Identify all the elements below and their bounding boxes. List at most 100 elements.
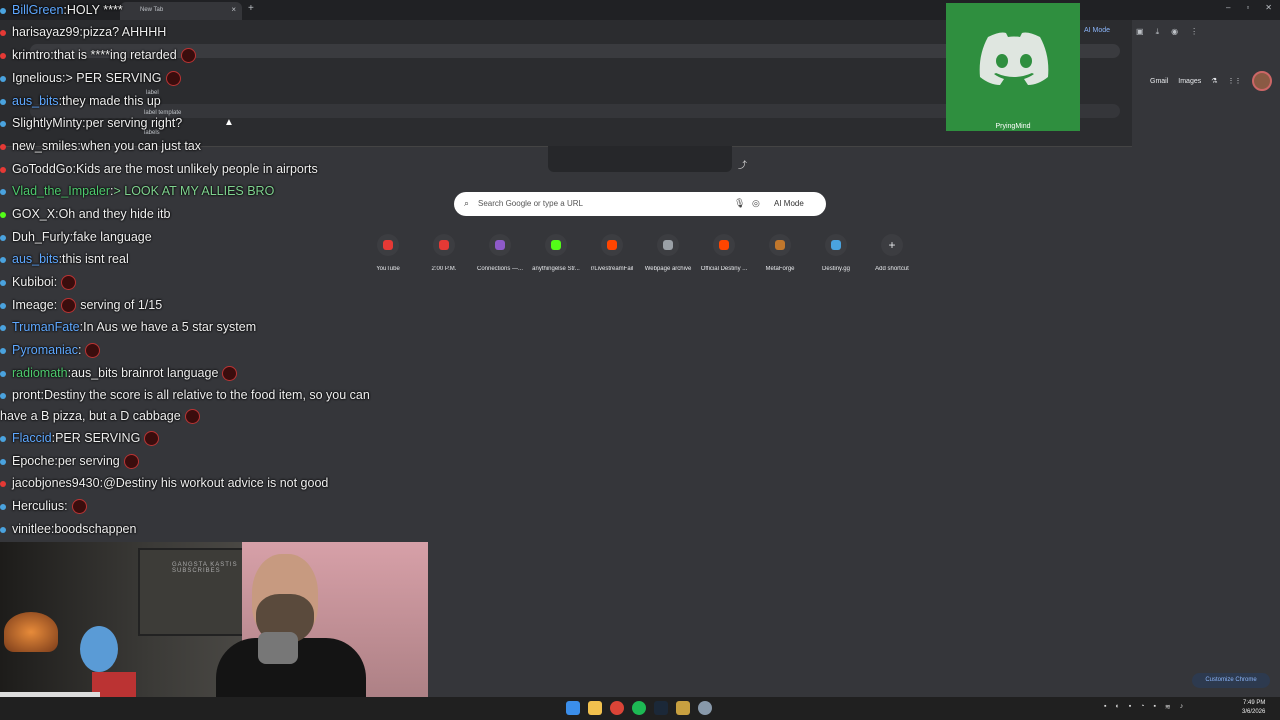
downloads-icon[interactable]: ⤓ [1156, 27, 1160, 37]
chat-username[interactable]: Vlad_the_Impaler [12, 184, 110, 198]
search-input[interactable]: Search Google or type a URL [478, 199, 583, 208]
site-favicon-icon [769, 234, 791, 256]
volume-icon[interactable]: ♪ [1180, 703, 1184, 711]
chrome-icon[interactable] [610, 701, 624, 715]
shortcut-tile[interactable]: r/LivestreamFail [584, 234, 640, 272]
apps-icon[interactable]: ⋮⋮ [1228, 77, 1242, 85]
chat-username[interactable]: krimtro [12, 48, 50, 62]
chat-username[interactable]: Ignelious [12, 71, 62, 85]
badge-icon [0, 324, 6, 331]
chat-message: GoToddGo:Kids are the most unlikely peop… [0, 158, 318, 180]
ai-mode-button[interactable]: AI Mode [774, 199, 804, 208]
badge-icon [0, 435, 6, 442]
shortcut-tile[interactable]: Official Destiny ... [696, 234, 752, 272]
shortcut-label: Destiny.gg [822, 266, 850, 272]
chat-text: > LOOK AT MY ALLIES BRO [113, 184, 275, 198]
chat-message: TrumanFate:In Aus we have a 5 star syste… [0, 316, 256, 338]
tray-icon[interactable]: ◔ [1140, 703, 1144, 711]
ai-mode-chip[interactable]: AI Mode [1084, 27, 1110, 34]
chat-username[interactable]: Pyromaniac [12, 343, 78, 357]
emote-icon [165, 71, 181, 87]
spotify-icon[interactable] [632, 701, 646, 715]
chat-username[interactable]: GOX_X [12, 207, 55, 221]
profile-icon[interactable]: ◉ [1171, 27, 1178, 37]
chat-username[interactable]: harisayaz99 [12, 25, 79, 39]
steam-icon[interactable] [654, 701, 668, 715]
chat-username[interactable]: aus_bits [12, 252, 59, 266]
tray-icon[interactable]: ▪ [1104, 703, 1106, 711]
windows-start-icon[interactable] [566, 701, 580, 715]
maximize-icon[interactable]: ▫ [1246, 3, 1249, 12]
chat-text: pizza? AHHHH [82, 25, 167, 39]
shortcut-tile[interactable]: anythingelse Str... [528, 234, 584, 272]
chat-username[interactable]: new_smiles [12, 139, 77, 153]
shortcut-tile[interactable]: + Add shortcut [864, 234, 920, 272]
chat-username[interactable]: Flaccid [12, 431, 52, 445]
webcam-feed: GANGSTA KASTIS SUBSCRIBES [0, 542, 428, 720]
chat-text: have a B pizza, but a D cabbage [0, 409, 181, 423]
shortcuts-grid: YouTube 2:00 P.M. Connections —... anything… [360, 234, 920, 272]
shortcut-label: Official Destiny ... [700, 266, 748, 272]
chat-username[interactable]: Epoche [12, 454, 54, 468]
system-tray: ▪ ◐ ▪ ◔ ▪ ≋ ♪ [1104, 703, 1183, 711]
emote-icon [61, 298, 77, 314]
chat-username[interactable]: Imeage [12, 298, 54, 312]
chat-username[interactable]: pront [12, 388, 41, 402]
chat-text: serving of 1/15 [80, 298, 163, 312]
images-link[interactable]: Images [1178, 78, 1201, 85]
system-clock[interactable]: 7:49 PM 3/6/2026 [1242, 699, 1265, 717]
badge-icon [0, 302, 6, 309]
chat-username[interactable]: BillGreen [12, 3, 63, 17]
chat-username[interactable]: SlightlyMinty [12, 116, 82, 130]
shortcut-tile[interactable]: Connections —... [472, 234, 528, 272]
gmail-link[interactable]: Gmail [1150, 78, 1168, 85]
chat-username[interactable]: jacobjones9430 [12, 476, 100, 490]
doodle-banner[interactable] [548, 146, 732, 172]
wifi-icon[interactable]: ≋ [1165, 703, 1171, 711]
chat-username[interactable]: radiomath [12, 366, 68, 380]
pen-icon[interactable] [676, 701, 690, 715]
customize-chrome-button[interactable]: Customize Chrome [1192, 673, 1270, 688]
badge-icon [0, 279, 6, 286]
tray-icon[interactable]: ◐ [1115, 703, 1119, 711]
lens-icon[interactable]: ◎ [752, 198, 760, 209]
chat-message: Kubiboi: [0, 271, 77, 293]
badge-icon [0, 120, 6, 127]
emote-icon [61, 275, 77, 291]
chat-text: HOLY **** [66, 3, 123, 17]
shortcut-label: Add shortcut [875, 266, 909, 272]
close-window-icon[interactable]: ✕ [1265, 3, 1272, 12]
shortcut-tile[interactable]: Destiny.gg [808, 234, 864, 272]
chat-username[interactable]: Herculius [12, 499, 64, 513]
emote-icon [144, 431, 160, 447]
chat-username[interactable]: Kubiboi [12, 275, 54, 289]
microphone-icon[interactable]: 🎙 [734, 198, 745, 209]
mouse-cursor-icon: ▲ [224, 117, 234, 128]
site-favicon-icon [545, 234, 567, 256]
avatar[interactable] [1251, 71, 1272, 91]
settings-icon[interactable] [698, 701, 712, 715]
chat-username[interactable]: TrumanFate [12, 320, 80, 334]
extensions-icon[interactable]: ▣ [1136, 27, 1144, 37]
shortcut-label: Connections —... [476, 266, 524, 272]
badge-icon [0, 188, 6, 195]
file-explorer-icon[interactable] [588, 701, 602, 715]
shortcut-label: anythingelse Str... [532, 266, 580, 272]
chat-message: Vlad_the_Impaler:> LOOK AT MY ALLIES BRO [0, 180, 274, 202]
shortcut-tile[interactable]: Webpage archive [640, 234, 696, 272]
menu-icon[interactable]: ⋮ [1190, 27, 1198, 37]
chat-message: pront:Destiny the score is all relative … [0, 384, 370, 406]
emote-icon [71, 499, 87, 515]
shortcut-tile[interactable]: MetaForge [752, 234, 808, 272]
minimize-icon[interactable]: – [1226, 3, 1230, 12]
share-icon[interactable]: ⤴ [738, 158, 747, 171]
search-box[interactable]: ⌕ Search Google or type a URL 🎙 ◎ AI Mod… [454, 192, 826, 216]
chat-username[interactable]: GoToddGo [12, 162, 72, 176]
tray-icon[interactable]: ▪ [1129, 703, 1131, 711]
chat-username[interactable]: Duh_Furly [12, 230, 70, 244]
labs-icon[interactable]: ⚗ [1211, 77, 1217, 85]
chat-username[interactable]: aus_bits [12, 94, 59, 108]
chat-username[interactable]: vinitlee [12, 522, 51, 536]
tray-icon[interactable]: ▪ [1153, 703, 1155, 711]
badge-icon [0, 143, 6, 150]
